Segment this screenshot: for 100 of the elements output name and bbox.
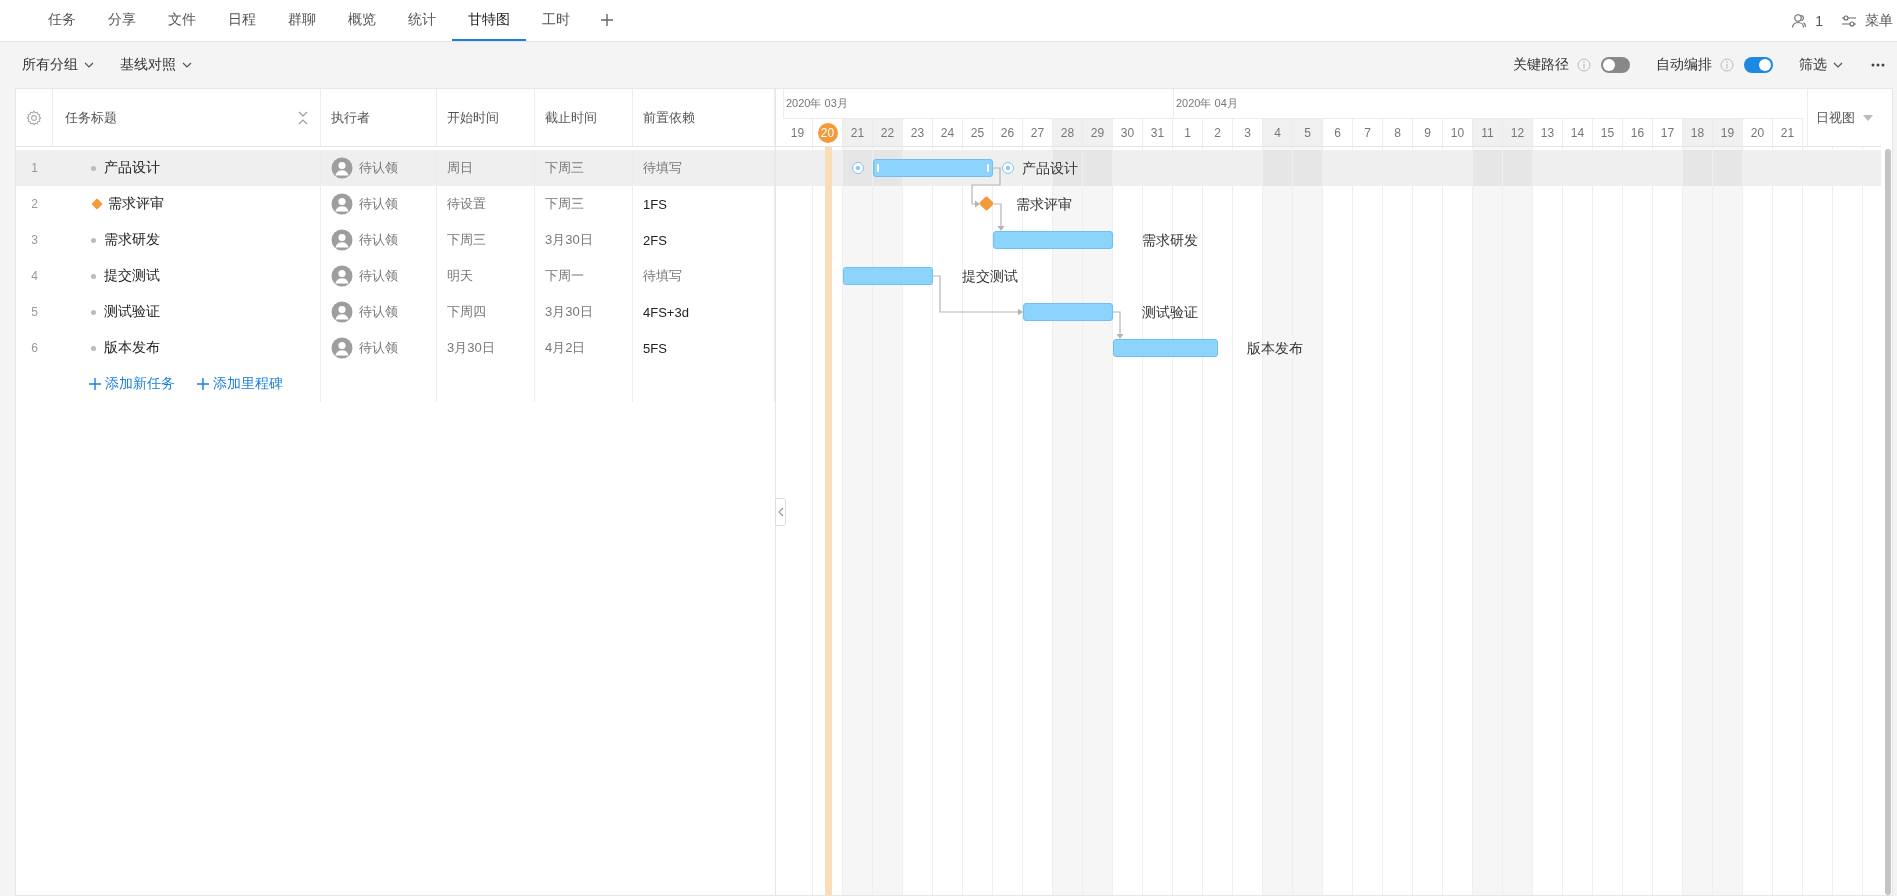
task-title[interactable]: 需求研发 [104, 231, 160, 249]
avatar-icon [331, 301, 353, 323]
chevron-down-icon [1833, 62, 1843, 68]
day-label: 16 [1630, 125, 1645, 140]
info-icon [1720, 58, 1734, 72]
dependency-text[interactable]: 2FS [643, 232, 667, 248]
dependency-text[interactable]: 待填写 [643, 159, 682, 177]
task-bar[interactable] [993, 231, 1113, 249]
task-bar[interactable] [873, 159, 993, 177]
start-date[interactable]: 下周四 [447, 303, 486, 321]
tab[interactable]: 概览 [332, 0, 392, 41]
task-title[interactable]: 版本发布 [104, 339, 160, 357]
tab[interactable]: 日程 [212, 0, 272, 41]
day-label: 7 [1364, 125, 1371, 140]
members-button[interactable]: 1 [1791, 12, 1823, 29]
assignee-text[interactable]: 待认领 [359, 339, 398, 357]
dependency-arrow [1112, 311, 1124, 339]
more-button[interactable] [1871, 63, 1885, 67]
avatar-icon [331, 157, 353, 179]
assignee-text[interactable]: 待认领 [359, 231, 398, 249]
task-title[interactable]: 需求评审 [108, 195, 164, 213]
scrollbar-thumb[interactable] [1884, 149, 1891, 895]
day-label: 19 [790, 125, 805, 140]
dependency-text[interactable]: 待填写 [643, 267, 682, 285]
day-label: 5 [1304, 125, 1311, 140]
day-label: 2 [1214, 125, 1221, 140]
column-header: 开始时间 [447, 108, 499, 127]
task-bar[interactable] [1113, 339, 1218, 357]
start-date[interactable]: 周日 [447, 159, 473, 177]
dependency-text[interactable]: 5FS [643, 340, 667, 356]
row-number: 5 [31, 305, 38, 319]
day-label: 31 [1150, 125, 1165, 140]
row-number: 3 [31, 233, 38, 247]
day-label: 11 [1481, 125, 1494, 140]
assignee-text[interactable]: 待认领 [359, 267, 398, 285]
tab[interactable]: 文件 [152, 0, 212, 41]
table-row[interactable]: 6 版本发布 待认领 3月30日 4月2日 5FS [16, 330, 775, 366]
add-button[interactable]: 添加里程碑 [197, 375, 283, 393]
menu-button[interactable]: 菜单 [1841, 11, 1893, 30]
day-label: 8 [1394, 125, 1401, 140]
caret-down-icon [1863, 114, 1873, 121]
row-number: 1 [31, 161, 38, 175]
assignee-text[interactable]: 待认领 [359, 159, 398, 177]
table-row[interactable]: 3 需求研发 待认领 下周三 3月30日 2FS [16, 222, 775, 258]
tab[interactable]: 工时 [526, 0, 586, 41]
settings-icon[interactable] [26, 109, 42, 126]
bullet-dot-icon [91, 237, 96, 243]
assignee-text[interactable]: 待认领 [359, 303, 398, 321]
toggle-switch[interactable] [1744, 57, 1773, 73]
tab[interactable]: 甘特图 [452, 0, 526, 41]
tab[interactable]: 统计 [392, 0, 452, 41]
day-label: 20 [1750, 125, 1765, 140]
tab[interactable]: 任务 [32, 0, 92, 41]
month-label: 2020年 04月 [1176, 96, 1238, 111]
table-row[interactable]: 1 产品设计 待认领 周日 下周三 待填写 [16, 150, 775, 186]
dropdown-button[interactable]: 所有分组 [22, 56, 94, 74]
task-bar[interactable] [1023, 303, 1113, 321]
toggle-label: 关键路径 [1513, 56, 1569, 74]
collapse-handle[interactable] [775, 498, 786, 526]
tab[interactable]: 群聊 [272, 0, 332, 41]
resize-handle[interactable] [987, 164, 989, 172]
start-date[interactable]: 下周三 [447, 231, 486, 249]
due-date[interactable]: 下周三 [545, 195, 584, 213]
due-date[interactable]: 3月30日 [545, 303, 593, 321]
column-header: 截止时间 [545, 108, 597, 127]
filter-button[interactable]: 筛选 [1799, 56, 1843, 74]
resize-handle[interactable] [877, 164, 879, 172]
assignee-text[interactable]: 待认领 [359, 195, 398, 213]
task-title[interactable]: 产品设计 [104, 159, 160, 177]
table-row[interactable]: 5 测试验证 待认领 下周四 3月30日 4FS+3d [16, 294, 775, 330]
toggle-label: 自动编排 [1656, 56, 1712, 74]
due-date[interactable]: 3月30日 [545, 231, 593, 249]
task-title[interactable]: 提交测试 [104, 267, 160, 285]
day-label: 15 [1600, 125, 1615, 140]
bar-label: 提交测试 [962, 267, 1019, 286]
due-date[interactable]: 下周三 [545, 159, 584, 177]
tab[interactable]: 分享 [92, 0, 152, 41]
toggle-switch[interactable] [1601, 57, 1630, 73]
due-date[interactable]: 下周一 [545, 267, 584, 285]
start-date[interactable]: 待设置 [447, 195, 486, 213]
dependency-text[interactable]: 4FS+3d [643, 304, 689, 320]
bar-label: 需求研发 [1142, 231, 1199, 250]
start-date[interactable]: 3月30日 [447, 339, 495, 357]
people-icon [1791, 12, 1808, 29]
start-date[interactable]: 明天 [447, 267, 473, 285]
dropdown-button[interactable]: 基线对照 [120, 56, 192, 74]
info-icon [1577, 58, 1591, 72]
row-number: 4 [31, 269, 38, 283]
chevron-down-icon [182, 62, 192, 68]
add-button[interactable]: 添加新任务 [89, 375, 175, 393]
bar-label: 产品设计 [1022, 159, 1079, 178]
dependency-text[interactable]: 1FS [643, 196, 667, 212]
task-bar[interactable] [843, 267, 933, 285]
table-row[interactable]: 4 提交测试 待认领 明天 下周一 待填写 [16, 258, 775, 294]
bar-label: 测试验证 [1142, 303, 1199, 322]
collapse-icon[interactable] [298, 110, 308, 125]
table-row[interactable]: 2 需求评审 待认领 待设置 下周三 1FS [16, 186, 775, 222]
task-title[interactable]: 测试验证 [104, 303, 160, 321]
due-date[interactable]: 4月2日 [545, 339, 586, 357]
day-label: 13 [1540, 125, 1555, 140]
